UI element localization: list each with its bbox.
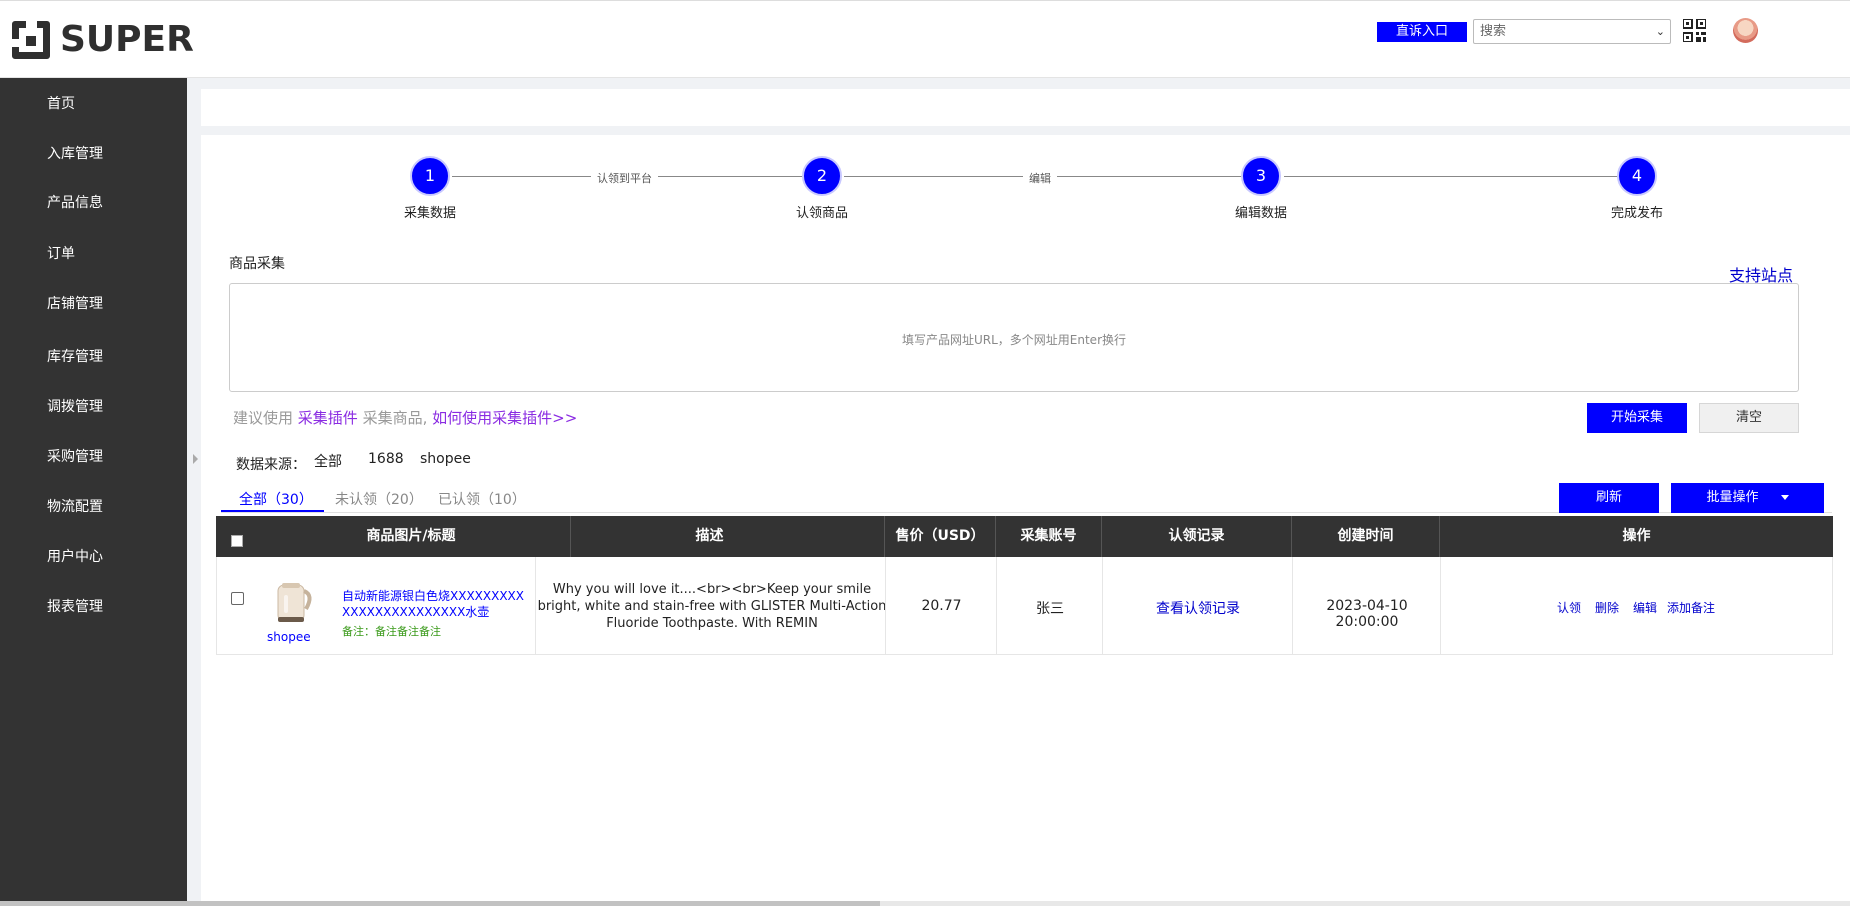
source-option-all[interactable]: 全部 [314, 451, 342, 471]
col-header-price: 售价（USD） [885, 516, 996, 557]
sidebar-item-inbound[interactable]: 入库管理 [47, 143, 103, 163]
refresh-button[interactable]: 刷新 [1559, 483, 1659, 513]
step-2-label: 认领商品 [795, 206, 848, 221]
sidebar: 首页 入库管理 产品信息 订单 店铺管理 库存管理 调拨管理 采购管理 物流配置… [0, 78, 187, 906]
sidebar-item-products[interactable]: 产品信息 [47, 192, 103, 212]
cell-divider [1440, 557, 1441, 655]
col-header-created: 创建时间 [1292, 516, 1440, 557]
source-option-1688[interactable]: 1688 [368, 451, 404, 467]
brand-logo[interactable]: SUPER [12, 19, 194, 60]
tab-unclaimed[interactable]: 未认领（20） [335, 489, 423, 509]
plugin-hint: 建议使用 采集插件 采集商品, 如何使用采集插件>> [233, 407, 577, 428]
url-input[interactable]: 填写产品网址URL，多个网址用Enter换行 [229, 283, 1799, 392]
col-header-claim-record: 认领记录 [1102, 516, 1292, 557]
chevron-down-icon: ⌄ [1655, 25, 1665, 38]
product-description: Why you will love it....<br><br>Keep you… [537, 582, 887, 631]
col-header-actions: 操作 [1622, 528, 1651, 544]
section-title: 商品采集 [229, 256, 285, 272]
plugin-howto-link[interactable]: 如何使用采集插件>> [432, 409, 577, 427]
col-header-account: 采集账号 [996, 516, 1102, 557]
step-2-circle: 2 [802, 156, 842, 196]
sidebar-collapse-arrow-icon[interactable] [193, 454, 198, 464]
product-note: 备注：备注备注备注 [342, 625, 441, 638]
collect-account: 张三 [1036, 601, 1064, 617]
sidebar-item-home[interactable]: 首页 [47, 93, 75, 113]
step-connector-label: 认领到平台 [591, 170, 658, 186]
claim-link[interactable]: 认领 [1557, 599, 1581, 616]
cell-divider [996, 557, 997, 655]
qr-code-icon[interactable] [1683, 19, 1706, 42]
hint-prefix: 建议使用 [233, 409, 294, 427]
sidebar-item-logistics[interactable]: 物流配置 [47, 496, 103, 516]
cell-divider [1292, 557, 1293, 655]
col-header-product: 商品图片/标题 [252, 516, 571, 557]
view-claim-record-link[interactable]: 查看认领记录 [1103, 598, 1293, 618]
step-3-circle: 3 [1241, 156, 1281, 196]
caret-down-icon [1780, 495, 1789, 500]
url-placeholder: 填写产品网址URL，多个网址用Enter换行 [901, 333, 1127, 347]
product-image[interactable] [270, 579, 316, 625]
step-connector-label: 编辑 [1023, 170, 1057, 186]
hint-middle: 采集商品, [362, 409, 428, 427]
logo-mark-icon [12, 20, 50, 59]
plugin-link[interactable]: 采集插件 [298, 409, 358, 427]
search-placeholder: 搜索 [1480, 24, 1507, 39]
cell-divider [1102, 557, 1103, 655]
sidebar-item-inventory[interactable]: 库存管理 [47, 346, 103, 366]
start-collect-button[interactable]: 开始采集 [1587, 403, 1687, 433]
product-source: shopee [267, 630, 311, 644]
step-1-circle: 1 [410, 156, 450, 196]
cell-divider [885, 557, 886, 655]
active-tab-indicator [221, 510, 324, 512]
step-4-label: 完成发布 [1610, 206, 1663, 221]
clear-button[interactable]: 清空 [1699, 403, 1799, 433]
source-label: 数据来源： [236, 457, 306, 473]
sidebar-item-stores[interactable]: 店铺管理 [47, 293, 103, 313]
batch-actions-button[interactable]: 批量操作 [1671, 483, 1824, 513]
cell-divider [535, 557, 536, 655]
add-note-link[interactable]: 添加备注 [1667, 599, 1715, 616]
row-checkbox[interactable] [231, 592, 244, 605]
sidebar-item-transfer[interactable]: 调拨管理 [47, 396, 103, 416]
step-1-label: 采集数据 [403, 206, 456, 221]
created-time: 2023-04-10 20:00:00 [1326, 598, 1408, 630]
sidebar-item-purchase[interactable]: 采购管理 [47, 446, 103, 466]
step-3-label: 编辑数据 [1234, 206, 1287, 221]
complain-entry-button[interactable]: 直诉入口 [1377, 22, 1467, 42]
logo-text: SUPER [60, 19, 194, 60]
table-row: shopee 自动新能源银白色烧XXXXXXXXXXXXXXXXXXXXXXXX… [216, 557, 1833, 655]
sidebar-item-reports[interactable]: 报表管理 [47, 596, 103, 616]
edit-link[interactable]: 编辑 [1633, 599, 1657, 616]
search-select[interactable]: 搜索 ⌄ [1473, 19, 1671, 44]
select-all-checkbox[interactable] [231, 535, 243, 547]
delete-link[interactable]: 删除 [1595, 599, 1619, 616]
table-header: 商品图片/标题 描述 售价（USD） 采集账号 认领记录 创建时间 操作 [216, 516, 1833, 557]
col-header-description: 描述 [535, 516, 885, 557]
step-4-circle: 4 [1617, 156, 1657, 196]
sidebar-item-orders[interactable]: 订单 [47, 243, 75, 263]
tab-all[interactable]: 全部（30） [239, 489, 313, 509]
scrollbar-thumb[interactable] [0, 901, 880, 906]
top-header: SUPER 直诉入口 搜索 ⌄ [0, 0, 1850, 78]
tab-claimed[interactable]: 已认领（10） [438, 489, 526, 509]
batch-actions-label: 批量操作 [1706, 490, 1759, 505]
product-price: 20.77 [921, 598, 962, 614]
user-avatar[interactable] [1733, 18, 1758, 43]
source-option-shopee[interactable]: shopee [420, 451, 471, 467]
step-line [1284, 176, 1618, 177]
sidebar-item-user-center[interactable]: 用户中心 [47, 546, 103, 566]
product-title-link[interactable]: 自动新能源银白色烧XXXXXXXXXXXXXXXXXXXXXXXX水壶 [342, 588, 532, 620]
breadcrumb-bar [201, 89, 1850, 126]
